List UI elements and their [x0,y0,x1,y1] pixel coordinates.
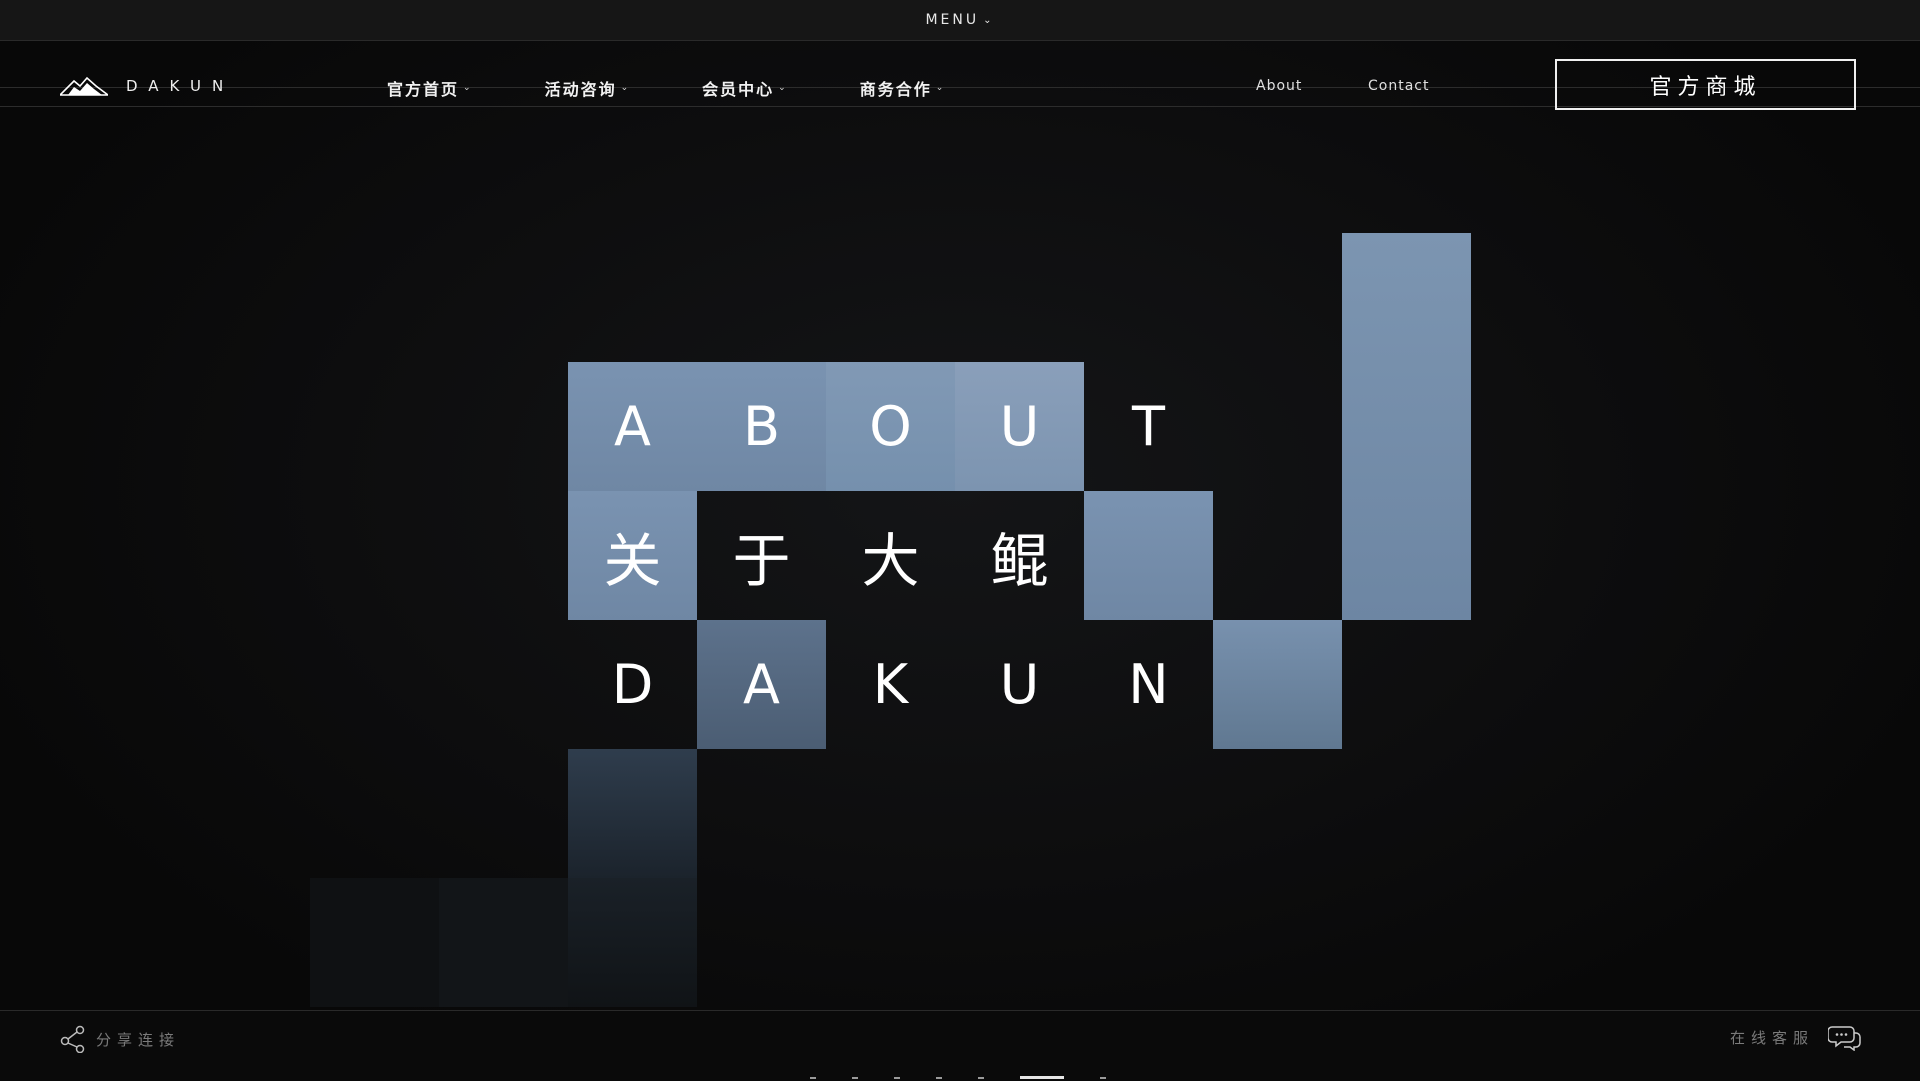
service-label: 在线客服 [1729,1028,1814,1047]
nav-item-label: 官方首页 [387,80,460,99]
slide-pager [810,1076,1106,1079]
hero-letter: D [611,653,654,716]
hero-tile [1213,620,1342,749]
chevron-down-icon: ⌄ [935,83,946,93]
chevron-down-icon: ⌄ [983,14,995,26]
chevron-down-icon: ⌄ [463,83,473,93]
pager-dot-active[interactable] [1020,1076,1064,1079]
menu-button[interactable]: MENU ⌄ [925,12,994,28]
pager-dot[interactable] [1100,1077,1106,1079]
chat-bubble-icon [1828,1026,1861,1051]
hero-tile-tall [1342,233,1471,620]
main-nav: 官方首页 ⌄ 活动咨询 ⌄ 会员中心 ⌄ 商务合作 ⌄ [387,76,1017,100]
pager-dot[interactable] [936,1077,942,1079]
nav-item-label: 活动咨询 [544,80,617,99]
pager-dot[interactable] [810,1077,816,1079]
chevron-down-icon: ⌄ [620,83,631,93]
brand-name: DAKUN [126,77,235,95]
share-label: 分享连接 [96,1030,181,1049]
hero-tile-faded [310,878,439,1007]
nav-item-events[interactable]: 活动咨询 ⌄ [545,76,631,100]
share-link-button[interactable]: 分享连接 [60,1025,180,1053]
footer-bar [0,1010,1920,1081]
pager-dot[interactable] [852,1077,858,1079]
about-link[interactable]: About [1256,78,1302,94]
online-service-button[interactable]: 在线客服 [1730,1023,1862,1051]
hero-letter: A [614,395,651,458]
hero-letter: K [872,653,909,716]
hero-character: 鲲 [990,526,1049,595]
nav-item-members[interactable]: 会员中心 ⌄ [702,76,788,100]
hero-character: 于 [732,526,791,595]
hero-letter: U [999,653,1040,716]
nav-item-label: 商务合作 [859,80,932,99]
hero-letter: T [1132,395,1165,458]
chevron-down-icon: ⌄ [778,83,788,93]
hero-tile [1084,491,1213,620]
hero-character: 关 [603,526,662,595]
pager-dot[interactable] [978,1077,984,1079]
menu-strip: MENU ⌄ [0,0,1920,41]
hero-letter: A [743,653,780,716]
hero-letter: U [999,395,1040,458]
share-icon [60,1025,85,1053]
mountain-logo-icon [60,76,108,96]
official-store-button[interactable]: 官方商城 [1555,59,1856,110]
pager-dot[interactable] [894,1077,900,1079]
hero-tile-faded [568,878,697,1007]
nav-item-home[interactable]: 官方首页 ⌄ [387,76,473,100]
hero-letter: O [869,395,912,458]
hero-character: 大 [861,526,920,595]
hero-letter: N [1128,653,1169,716]
nav-item-business[interactable]: 商务合作 ⌄ [860,76,946,100]
hero-tile-faded [568,749,697,878]
hero-tile-faded [439,878,568,1007]
contact-link[interactable]: Contact [1368,78,1429,94]
brand-logo[interactable]: DAKUN [60,76,234,96]
nav-item-label: 会员中心 [702,80,775,99]
hero-letter: B [742,395,781,458]
menu-label: MENU [925,12,980,28]
